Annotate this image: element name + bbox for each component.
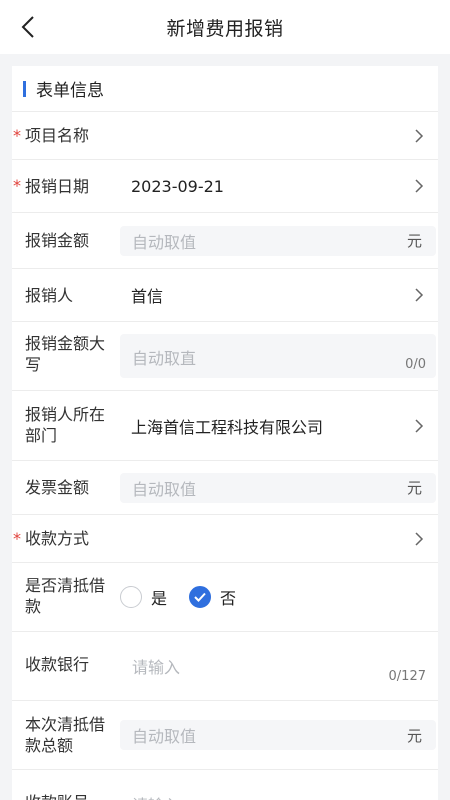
bank-input-placeholder: 请输入 bbox=[132, 658, 181, 677]
field-label: 是否清抵借款 bbox=[25, 576, 106, 616]
radio-yes[interactable]: 是 bbox=[120, 585, 167, 609]
field-invoice-amount: 发票金额 自动取值 元 bbox=[12, 461, 438, 515]
department-value: 上海首信工程科技有限公司 bbox=[131, 417, 324, 437]
field-label: 发票金额 bbox=[25, 478, 90, 497]
field-label: 收款账号 bbox=[25, 792, 105, 800]
radio-checked-icon bbox=[189, 586, 212, 608]
auto-value-placeholder: 自动取值 bbox=[132, 479, 197, 499]
field-department[interactable]: 报销人所在部门 上海首信工程科技有限公司 bbox=[12, 391, 438, 461]
unit-label: 元 bbox=[406, 726, 422, 745]
field-label: 收款银行 bbox=[25, 655, 90, 674]
field-label: 收款方式 bbox=[25, 529, 90, 548]
auto-value-placeholder: 自动取值 bbox=[132, 727, 197, 746]
field-reimburse-amount: 报销金额 自动取值 元 bbox=[12, 213, 438, 269]
page-title: 新增费用报销 bbox=[166, 17, 284, 40]
form-card: 表单信息 * 项目名称 * 报销日期 2023-09-21 报销金额 自动取值 … bbox=[12, 66, 438, 800]
chevron-right-icon bbox=[412, 418, 426, 433]
required-mark: * bbox=[13, 176, 21, 195]
auto-value-placeholder: 自动取值 bbox=[132, 232, 197, 252]
chevron-right-icon bbox=[412, 179, 426, 193]
field-label: 报销人 bbox=[25, 285, 74, 305]
field-amount-upper: 报销金额大写 自动取直 0/0 bbox=[12, 322, 438, 391]
unit-label: 元 bbox=[406, 479, 422, 497]
required-mark: * bbox=[13, 528, 21, 548]
radio-label: 否 bbox=[220, 589, 237, 608]
char-counter: 0/127 bbox=[388, 669, 426, 684]
field-reimburser[interactable]: 报销人 首信 bbox=[12, 269, 438, 322]
required-mark: * bbox=[13, 125, 21, 145]
field-account-no[interactable]: 收款账号 请输入 bbox=[12, 770, 438, 800]
reimburser-value: 首信 bbox=[131, 287, 164, 306]
field-project-name[interactable]: * 项目名称 bbox=[12, 112, 438, 160]
radio-unchecked-icon bbox=[120, 586, 142, 608]
radio-label: 是 bbox=[151, 589, 168, 608]
field-label: 报销人所在部门 bbox=[25, 405, 106, 445]
chevron-right-icon bbox=[412, 128, 426, 143]
field-reimburse-date[interactable]: * 报销日期 2023-09-21 bbox=[12, 160, 438, 213]
field-offset-loan: 是否清抵借款 是 否 bbox=[12, 563, 438, 632]
field-label: 报销金额大写 bbox=[25, 334, 106, 374]
amount-upper-box: 自动取直 0/0 bbox=[120, 334, 436, 378]
field-bank[interactable]: 收款银行 请输入 0/127 bbox=[12, 632, 438, 701]
nav-bar: 新增费用报销 bbox=[0, 0, 450, 54]
field-label: 报销日期 bbox=[25, 176, 90, 196]
back-button[interactable] bbox=[14, 13, 42, 41]
unit-label: 元 bbox=[406, 232, 422, 250]
radio-no[interactable]: 否 bbox=[189, 585, 236, 609]
chevron-right-icon bbox=[412, 288, 426, 302]
section-header: 表单信息 bbox=[12, 66, 438, 112]
field-label: 项目名称 bbox=[25, 126, 90, 145]
date-value: 2023-09-21 bbox=[131, 176, 224, 196]
auto-value-placeholder: 自动取直 bbox=[132, 349, 197, 368]
offset-total-readonly-box: 自动取值 元 bbox=[120, 720, 436, 750]
field-label: 报销金额 bbox=[25, 231, 90, 250]
invoice-readonly-box: 自动取值 元 bbox=[120, 472, 436, 503]
field-label: 本次清抵借款总额 bbox=[25, 715, 106, 755]
chevron-right-icon bbox=[412, 531, 426, 546]
char-counter: 0/0 bbox=[405, 357, 426, 372]
offset-loan-radio-group: 是 否 bbox=[120, 585, 258, 609]
back-arrow-icon bbox=[21, 16, 34, 38]
section-title: 表单信息 bbox=[36, 81, 104, 101]
account-input-placeholder: 请输入 bbox=[132, 792, 180, 800]
section-accent-bar bbox=[23, 80, 26, 97]
field-payment-method[interactable]: * 收款方式 bbox=[12, 515, 438, 563]
field-offset-total: 本次清抵借款总额 自动取值 元 bbox=[12, 701, 438, 770]
amount-readonly-box: 自动取值 元 bbox=[120, 225, 436, 256]
